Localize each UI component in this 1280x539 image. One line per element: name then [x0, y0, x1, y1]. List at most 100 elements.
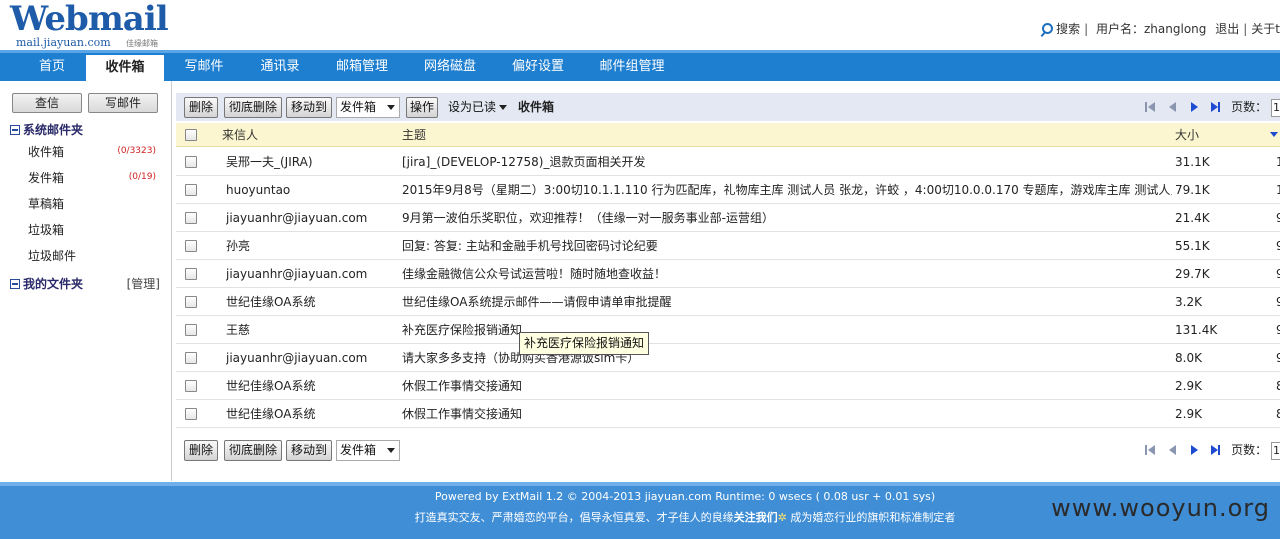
row-from[interactable]: jiayuanhr@jiayuan.com [226, 204, 396, 232]
next-page-icon[interactable] [1188, 101, 1200, 113]
move-target-select[interactable]: 发件箱 [336, 97, 400, 118]
nav-mail-group-management[interactable]: 邮件组管理 [594, 53, 670, 81]
row-size: 2.9K [1175, 407, 1202, 421]
operate-button[interactable]: 操作 [406, 97, 438, 118]
delete-button-bottom[interactable]: 删除 [184, 440, 218, 461]
row-subject[interactable]: 世纪佳缘OA系统提示邮件——请假申请单审批提醒 [402, 288, 1172, 316]
system-folders-heading[interactable]: 系统邮件夹 [10, 121, 83, 138]
collapse-icon[interactable] [10, 279, 20, 289]
table-row[interactable]: 世纪佳缘OA系统 休假工作事情交接通知 2.9K 8 [176, 372, 1280, 400]
table-row[interactable]: 吴邢一夫_(JIRA) [jira]_(DEVELOP-12758)_退款页面相关… [176, 148, 1280, 176]
delete-button[interactable]: 删除 [184, 97, 218, 118]
subject-tooltip: 补充医疗保险报销通知 [519, 332, 650, 355]
footer: Powered by ExtMail 1.2 © 2004-2013 jiayu… [0, 482, 1280, 539]
pager-top: 页数： 1 [1144, 97, 1280, 118]
row-subject[interactable]: 9月第一波伯乐奖职位，欢迎推荐！（佳缘一对一服务事业部-运营组） [402, 204, 1172, 232]
row-checkbox[interactable] [185, 212, 197, 224]
manage-folders-link[interactable]: [管理] [127, 275, 160, 292]
nav-preferences[interactable]: 偏好设置 [502, 53, 574, 81]
row-checkbox[interactable] [185, 352, 197, 364]
purge-button[interactable]: 彻底删除 [224, 97, 282, 118]
nav-mailbox-management[interactable]: 邮箱管理 [326, 53, 398, 81]
row-subject[interactable]: 佳缘金融微信公众号试运营啦！随时随地查收益！ [402, 260, 1172, 288]
row-subject[interactable]: 休假工作事情交接通知 [402, 372, 1172, 400]
table-row[interactable]: 王慈 补充医疗保险报销通知 131.4K 9 [176, 316, 1280, 344]
row-from[interactable]: 世纪佳缘OA系统 [226, 400, 396, 428]
table-row[interactable]: 世纪佳缘OA系统 世纪佳缘OA系统提示邮件——请假申请单审批提醒 3.2K 9 [176, 288, 1280, 316]
row-subject[interactable]: 2015年9月8号（星期二）3:00切10.1.1.110 行为匹配库，礼物库主… [402, 176, 1172, 204]
search-link[interactable]: 搜索 [1056, 22, 1080, 36]
row-checkbox[interactable] [185, 156, 197, 168]
row-checkbox[interactable] [185, 184, 197, 196]
move-to-button-bottom[interactable]: 移动到 [286, 440, 332, 461]
row-from[interactable]: 世纪佳缘OA系统 [226, 372, 396, 400]
column-subject[interactable]: 主题 [402, 123, 426, 147]
row-from[interactable]: 吴邢一夫_(JIRA) [226, 148, 396, 176]
row-checkbox[interactable] [185, 240, 197, 252]
sort-down-icon[interactable] [1270, 132, 1278, 137]
first-page-icon[interactable] [1144, 101, 1156, 113]
follow-us-link[interactable]: 关注我们 [734, 511, 778, 524]
logout-link[interactable]: 退出 [1215, 22, 1239, 36]
row-from[interactable]: jiayuanhr@jiayuan.com [226, 260, 396, 288]
column-size[interactable]: 大小 [1175, 123, 1199, 147]
nav-compose[interactable]: 写邮件 [174, 53, 234, 81]
row-subject[interactable]: [jira]_(DEVELOP-12758)_退款页面相关开发 [402, 148, 1172, 176]
prev-page-icon[interactable] [1166, 101, 1178, 113]
row-size: 131.4K [1175, 323, 1218, 337]
folder-trash[interactable]: 垃圾箱 [28, 221, 64, 238]
chevron-down-icon [387, 448, 395, 453]
row-from[interactable]: huoyuntao [226, 176, 396, 204]
webmail-logo[interactable]: Webmail mail.jiayuan.com 佳缘邮箱 [10, 2, 169, 49]
folder-sent[interactable]: 发件箱 [28, 169, 64, 186]
row-checkbox[interactable] [185, 268, 197, 280]
last-page-icon[interactable] [1209, 444, 1221, 456]
about-link[interactable]: 关于t [1251, 22, 1280, 36]
move-to-button[interactable]: 移动到 [286, 97, 332, 118]
row-subject[interactable]: 休假工作事情交接通知 [402, 400, 1172, 428]
row-subject[interactable]: 请大家多多支持（协助购买香港源饭sim卡） [402, 344, 1172, 372]
next-page-icon[interactable] [1188, 444, 1200, 456]
nav-home[interactable]: 首页 [12, 53, 92, 81]
page-input[interactable]: 1 [1271, 98, 1280, 117]
row-checkbox[interactable] [185, 296, 197, 308]
purge-button-bottom[interactable]: 彻底删除 [224, 440, 282, 461]
search-icon[interactable] [1042, 23, 1054, 34]
row-date: 1 [1276, 183, 1280, 197]
select-all-checkbox[interactable] [185, 129, 197, 141]
first-page-icon[interactable] [1144, 444, 1156, 456]
row-from[interactable]: 孙亮 [226, 232, 396, 260]
row-from[interactable]: 王慈 [226, 316, 396, 344]
folder-junk[interactable]: 垃圾邮件 [28, 247, 76, 264]
row-checkbox[interactable] [185, 408, 197, 420]
table-row[interactable]: 世纪佳缘OA系统 休假工作事情交接通知 2.9K 8 [176, 400, 1280, 428]
row-subject[interactable]: 回复: 答复: 主站和金融手机号找回密码讨论纪要 [402, 232, 1172, 260]
row-date: 9 [1276, 323, 1280, 337]
last-page-icon[interactable] [1209, 101, 1221, 113]
prev-page-icon[interactable] [1166, 444, 1178, 456]
nav-contacts[interactable]: 通讯录 [250, 53, 310, 81]
column-from[interactable]: 来信人 [222, 123, 258, 147]
row-checkbox[interactable] [185, 380, 197, 392]
row-checkbox[interactable] [185, 324, 197, 336]
folder-drafts[interactable]: 草稿箱 [28, 195, 64, 212]
table-row[interactable]: huoyuntao 2015年9月8号（星期二）3:00切10.1.1.110 … [176, 176, 1280, 204]
row-from[interactable]: 世纪佳缘OA系统 [226, 288, 396, 316]
check-mail-button[interactable]: 查信 [12, 93, 82, 113]
page-input[interactable]: 1 [1271, 441, 1280, 460]
my-folders-heading[interactable]: 我的文件夹 [10, 275, 83, 292]
table-row[interactable]: 孙亮 回复: 答复: 主站和金融手机号找回密码讨论纪要 55.1K 9 [176, 232, 1280, 260]
table-row[interactable]: jiayuanhr@jiayuan.com 9月第一波伯乐奖职位，欢迎推荐！（佳缘… [176, 204, 1280, 232]
row-subject[interactable]: 补充医疗保险报销通知 [402, 316, 1172, 344]
row-from[interactable]: jiayuanhr@jiayuan.com [226, 344, 396, 372]
collapse-icon[interactable] [10, 125, 20, 135]
move-target-select-bottom[interactable]: 发件箱 [336, 440, 400, 461]
nav-network-disk[interactable]: 网络磁盘 [414, 53, 486, 81]
row-size: 2.9K [1175, 379, 1202, 393]
compose-button[interactable]: 写邮件 [88, 93, 158, 113]
table-row[interactable]: jiayuanhr@jiayuan.com 请大家多多支持（协助购买香港源饭sim… [176, 344, 1280, 372]
nav-inbox[interactable]: 收件箱 [86, 55, 164, 83]
table-row[interactable]: jiayuanhr@jiayuan.com 佳缘金融微信公众号试运营啦！随时随地查… [176, 260, 1280, 288]
slogan-part-1: 打造真实交友、严肃婚恋的平台，倡导永恒真爱、才子佳人的良缘 [414, 511, 734, 524]
mark-as-select[interactable]: 设为已读 [444, 97, 512, 118]
